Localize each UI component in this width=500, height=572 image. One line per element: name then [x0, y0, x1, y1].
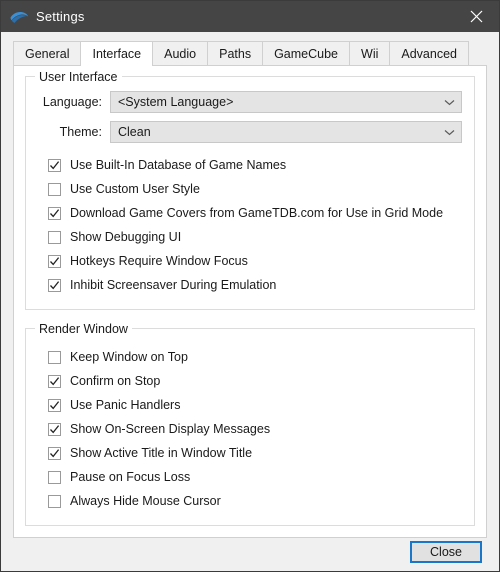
checkbox-label: Keep Window on Top — [70, 350, 188, 364]
checkbox-label: Show Debugging UI — [70, 230, 182, 244]
ui-checkbox-list: Use Built-In Database of Game Names Use … — [38, 153, 462, 297]
checkbox-box — [48, 422, 61, 436]
checkbox-label: Show On-Screen Display Messages — [70, 422, 271, 436]
tab-label: Advanced — [401, 46, 457, 61]
checkbox-label: Show Active Title in Window Title — [70, 446, 253, 460]
checkbox-show-debugging-ui[interactable]: Show Debugging UI — [38, 225, 462, 249]
language-value: <System Language> — [118, 95, 234, 109]
tab-label: Audio — [164, 46, 197, 61]
checkbox-show-osd-messages[interactable]: Show On-Screen Display Messages — [38, 417, 462, 441]
tab-page-interface: User Interface Language: <System Languag… — [13, 65, 487, 538]
group-user-interface: User Interface Language: <System Languag… — [25, 70, 475, 310]
render-checkbox-list: Keep Window on Top Confirm on Stop Use P… — [38, 345, 462, 513]
group-title-render-window: Render Window — [35, 322, 132, 336]
window-title: Settings — [36, 9, 85, 24]
theme-select[interactable]: Clean — [110, 121, 462, 143]
checkbox-box — [48, 182, 61, 196]
checkbox-use-builtin-database[interactable]: Use Built-In Database of Game Names — [38, 153, 462, 177]
tab-label: GameCube — [274, 46, 339, 61]
checkbox-box — [48, 494, 61, 508]
tab-wii[interactable]: Wii — [349, 41, 391, 65]
checkbox-use-custom-user-style[interactable]: Use Custom User Style — [38, 177, 462, 201]
close-icon[interactable] — [454, 1, 499, 32]
group-render-window: Render Window Keep Window on Top Confirm… — [25, 322, 475, 526]
checkbox-label: Use Custom User Style — [70, 182, 200, 196]
checkbox-label: Hotkeys Require Window Focus — [70, 254, 248, 268]
checkbox-box — [48, 206, 61, 220]
dolphin-icon — [8, 6, 30, 28]
tab-interface[interactable]: Interface — [80, 41, 154, 66]
checkbox-label: Confirm on Stop — [70, 374, 161, 388]
tab-label: Wii — [361, 46, 379, 61]
checkbox-box — [48, 374, 61, 388]
checkbox-box — [48, 398, 61, 412]
checkbox-box — [48, 158, 61, 172]
checkbox-label: Use Built-In Database of Game Names — [70, 158, 287, 172]
theme-label: Theme: — [59, 125, 102, 139]
chevron-down-icon — [444, 129, 455, 136]
checkbox-label: Pause on Focus Loss — [70, 470, 191, 484]
tab-label: Interface — [92, 47, 142, 61]
checkbox-box — [48, 230, 61, 244]
checkbox-box — [48, 470, 61, 484]
group-title-user-interface: User Interface — [35, 70, 122, 84]
checkbox-label: Use Panic Handlers — [70, 398, 181, 412]
chevron-down-icon — [444, 99, 455, 106]
checkbox-keep-window-on-top[interactable]: Keep Window on Top — [38, 345, 462, 369]
tab-gamecube[interactable]: GameCube — [262, 41, 351, 65]
checkbox-show-active-title[interactable]: Show Active Title in Window Title — [38, 441, 462, 465]
checkbox-always-hide-mouse-cursor[interactable]: Always Hide Mouse Cursor — [38, 489, 462, 513]
titlebar: Settings — [1, 1, 499, 32]
checkbox-box — [48, 350, 61, 364]
language-label: Language: — [42, 95, 102, 109]
checkbox-use-panic-handlers[interactable]: Use Panic Handlers — [38, 393, 462, 417]
tab-strip: General Interface Audio Paths GameCube W… — [1, 41, 499, 66]
tab-paths[interactable]: Paths — [207, 41, 264, 65]
tab-label: General — [25, 46, 70, 61]
tab-advanced[interactable]: Advanced — [389, 41, 469, 65]
close-button[interactable]: Close — [410, 540, 482, 563]
checkbox-inhibit-screensaver[interactable]: Inhibit Screensaver During Emulation — [38, 273, 462, 297]
tab-general[interactable]: General — [13, 41, 82, 65]
checkbox-box — [48, 278, 61, 292]
row-language: Language: <System Language> — [38, 91, 462, 113]
checkbox-download-game-covers[interactable]: Download Game Covers from GameTDB.com fo… — [38, 201, 462, 225]
settings-dialog: Settings General Interface Audio Paths G… — [0, 0, 500, 572]
language-select[interactable]: <System Language> — [110, 91, 462, 113]
tab-audio[interactable]: Audio — [152, 41, 209, 65]
dialog-footer: Close — [1, 538, 499, 571]
checkbox-confirm-on-stop[interactable]: Confirm on Stop — [38, 369, 462, 393]
checkbox-label: Inhibit Screensaver During Emulation — [70, 278, 277, 292]
tab-label: Paths — [219, 46, 252, 61]
row-theme: Theme: Clean — [38, 121, 462, 143]
checkbox-box — [48, 446, 61, 460]
checkbox-box — [48, 254, 61, 268]
theme-value: Clean — [118, 125, 151, 139]
checkbox-pause-on-focus-loss[interactable]: Pause on Focus Loss — [38, 465, 462, 489]
checkbox-hotkeys-require-window-focus[interactable]: Hotkeys Require Window Focus — [38, 249, 462, 273]
checkbox-label: Always Hide Mouse Cursor — [70, 494, 221, 508]
checkbox-label: Download Game Covers from GameTDB.com fo… — [70, 206, 444, 220]
